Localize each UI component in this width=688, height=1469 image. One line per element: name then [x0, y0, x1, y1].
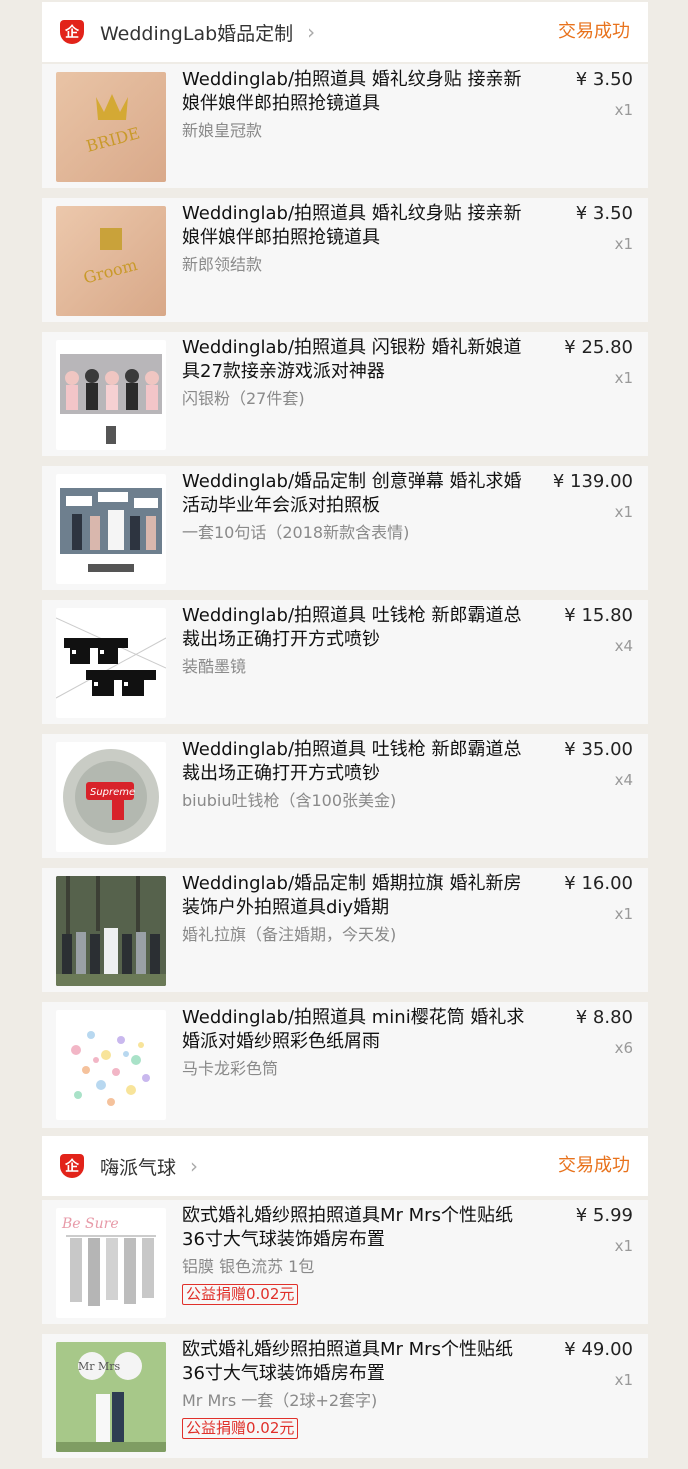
order-item[interactable]: Mr Mrs 欧式婚礼婚纱照拍照道具Mr Mrs个性贴纸 36寸大气球装饰婚房布… — [42, 1334, 648, 1458]
order-status: 交易成功 — [558, 21, 630, 42]
order-item[interactable]: Weddinglab/婚品定制 创意弹幕 婚礼求婚活动毕业年会派对拍照板 一套1… — [42, 466, 648, 590]
product-sku: 婚礼拉旗（备注婚期，今天发) — [182, 925, 397, 944]
forest-group-image — [56, 876, 166, 986]
product-title[interactable]: 欧式婚礼婚纱照拍照道具Mr Mrs个性贴纸 36寸大气球装饰婚房布置 — [182, 1338, 527, 1386]
group-photo-image — [60, 354, 162, 444]
product-price: ¥ 25.80 — [564, 337, 633, 358]
product-price: ¥ 16.00 — [564, 873, 633, 894]
product-thumbnail[interactable]: Groom — [56, 206, 166, 316]
pixel-sunglasses-image — [56, 617, 166, 699]
product-price: ¥ 5.99 — [575, 1205, 633, 1226]
product-thumbnail[interactable] — [56, 876, 166, 986]
shop-name[interactable]: WeddingLab婚品定制 — [100, 19, 293, 46]
product-thumbnail[interactable] — [56, 1010, 166, 1120]
product-sku: 马卡龙彩色筒 — [182, 1059, 279, 1078]
product-title[interactable]: Weddinglab/婚品定制 创意弹幕 婚礼求婚活动毕业年会派对拍照板 — [182, 470, 527, 518]
product-sku: 新娘皇冠款 — [182, 121, 263, 140]
order-item[interactable]: Supreme Weddinglab/拍照道具 吐钱枪 新郎霸道总裁出场正确打开… — [42, 734, 648, 858]
product-sku: 一套10句话（2018新款含表情) — [182, 523, 410, 542]
product-title[interactable]: Weddinglab/拍照道具 婚礼纹身贴 接亲新娘伴娘伴郎拍照抢镜道具 — [182, 202, 527, 250]
svg-text:Supreme: Supreme — [90, 787, 135, 798]
product-title[interactable]: Weddinglab/拍照道具 婚礼纹身贴 接亲新娘伴娘伴郎拍照抢镜道具 — [182, 68, 527, 116]
product-quantity: x1 — [614, 503, 633, 521]
enterprise-shop-icon: 企 — [60, 1154, 84, 1178]
tattoo-bowtie-icon: Groom — [81, 228, 139, 288]
couple-balloons-image: Mr Mrs — [56, 1342, 166, 1452]
silver-tassels-image: Be Sure — [61, 1216, 156, 1306]
shop-card-weddinglab: 企 WeddingLab婚品定制 › 交易成功 — [42, 2, 648, 62]
product-quantity: x4 — [614, 637, 633, 655]
product-quantity: x1 — [614, 369, 633, 387]
product-title[interactable]: Weddinglab/婚品定制 婚期拉旗 婚礼新房装饰户外拍照道具diy婚期 — [182, 872, 527, 920]
order-item[interactable]: Weddinglab/拍照道具 mini樱花筒 婚礼求婚派对婚纱照彩色纸屑雨 马… — [42, 1002, 648, 1128]
order-item[interactable]: Weddinglab/拍照道具 吐钱枪 新郎霸道总裁出场正确打开方式喷钞 装酷墨… — [42, 600, 648, 724]
product-title[interactable]: Weddinglab/拍照道具 吐钱枪 新郎霸道总裁出场正确打开方式喷钞 — [182, 738, 527, 786]
chevron-right-icon[interactable]: › — [190, 1154, 198, 1178]
product-price: ¥ 35.00 — [564, 739, 633, 760]
money-gun-image: Supreme — [63, 749, 159, 845]
product-sku: biubiu吐钱枪（含100张美金) — [182, 791, 397, 810]
product-title[interactable]: Weddinglab/拍照道具 mini樱花筒 婚礼求婚派对婚纱照彩色纸屑雨 — [182, 1006, 527, 1054]
tattoo-crown-icon: BRIDE — [84, 94, 142, 156]
product-quantity: x1 — [614, 905, 633, 923]
svg-text:BRIDE: BRIDE — [84, 123, 142, 155]
shop-card-haipai: 企 嗨派气球 › 交易成功 — [42, 1136, 648, 1196]
product-price: ¥ 3.50 — [575, 69, 633, 90]
order-item[interactable]: Be Sure 欧式婚礼婚纱照拍照道具Mr Mrs个性贴纸 36寸大气球装饰婚房… — [42, 1200, 648, 1324]
product-title[interactable]: 欧式婚礼婚纱照拍照道具Mr Mrs个性贴纸 36寸大气球装饰婚房布置 — [182, 1204, 527, 1252]
product-price: ¥ 139.00 — [552, 471, 633, 492]
product-thumbnail[interactable] — [56, 474, 166, 584]
order-item[interactable]: BRIDE Weddinglab/拍照道具 婚礼纹身贴 接亲新娘伴娘伴郎拍照抢镜… — [42, 64, 648, 188]
shop-header[interactable]: 企 WeddingLab婚品定制 › 交易成功 — [42, 2, 648, 62]
thumbnail-text: Mr Mrs — [78, 1360, 121, 1373]
thumbnail-text: Be Sure — [61, 1216, 119, 1232]
product-thumbnail[interactable] — [56, 608, 166, 718]
order-item[interactable]: Groom Weddinglab/拍照道具 婚礼纹身贴 接亲新娘伴娘伴郎拍照抢镜… — [42, 198, 648, 322]
order-list-page: 企 WeddingLab婚品定制 › 交易成功 BRIDE Weddinglab… — [0, 0, 688, 1469]
product-thumbnail[interactable]: Mr Mrs — [56, 1342, 166, 1452]
product-price: ¥ 49.00 — [564, 1339, 633, 1360]
product-quantity: x1 — [614, 1237, 633, 1255]
photo-boards-image — [60, 488, 162, 572]
shop-name[interactable]: 嗨派气球 — [100, 1153, 176, 1180]
product-price: ¥ 15.80 — [564, 605, 633, 626]
order-status: 交易成功 — [558, 1155, 630, 1176]
product-quantity: x4 — [614, 771, 633, 789]
product-quantity: x1 — [614, 1371, 633, 1389]
product-sku: Mr Mrs 一套（2球+2套字) — [182, 1391, 378, 1410]
product-title[interactable]: Weddinglab/拍照道具 吐钱枪 新郎霸道总裁出场正确打开方式喷钞 — [182, 604, 527, 652]
chevron-right-icon[interactable]: › — [307, 20, 315, 44]
shop-header[interactable]: 企 嗨派气球 › 交易成功 — [42, 1136, 648, 1196]
order-item[interactable]: Weddinglab/婚品定制 婚期拉旗 婚礼新房装饰户外拍照道具diy婚期 婚… — [42, 868, 648, 992]
product-title[interactable]: Weddinglab/拍照道具 闪银粉 婚礼新娘道具27款接亲游戏派对神器 — [182, 336, 527, 384]
product-thumbnail[interactable]: BRIDE — [56, 72, 166, 182]
product-thumbnail[interactable] — [56, 340, 166, 450]
product-sku: 闪银粉（27件套) — [182, 389, 305, 408]
product-sku: 新郎领结款 — [182, 255, 263, 274]
product-sku: 装酷墨镜 — [182, 657, 247, 676]
confetti-image — [71, 1031, 150, 1106]
product-quantity: x6 — [614, 1039, 633, 1057]
product-thumbnail[interactable]: Supreme — [56, 742, 166, 852]
enterprise-shop-icon: 企 — [60, 20, 84, 44]
product-price: ¥ 3.50 — [575, 203, 633, 224]
product-thumbnail[interactable]: Be Sure — [56, 1208, 166, 1318]
product-price: ¥ 8.80 — [575, 1007, 633, 1028]
product-quantity: x1 — [614, 235, 633, 253]
product-quantity: x1 — [614, 101, 633, 119]
charity-donation-badge: 公益捐赠0.02元 — [182, 1284, 299, 1305]
product-sku: 铝膜 银色流苏 1包 — [182, 1257, 315, 1276]
svg-text:Groom: Groom — [81, 255, 139, 288]
charity-donation-badge: 公益捐赠0.02元 — [182, 1418, 299, 1439]
order-item[interactable]: Weddinglab/拍照道具 闪银粉 婚礼新娘道具27款接亲游戏派对神器 闪银… — [42, 332, 648, 456]
